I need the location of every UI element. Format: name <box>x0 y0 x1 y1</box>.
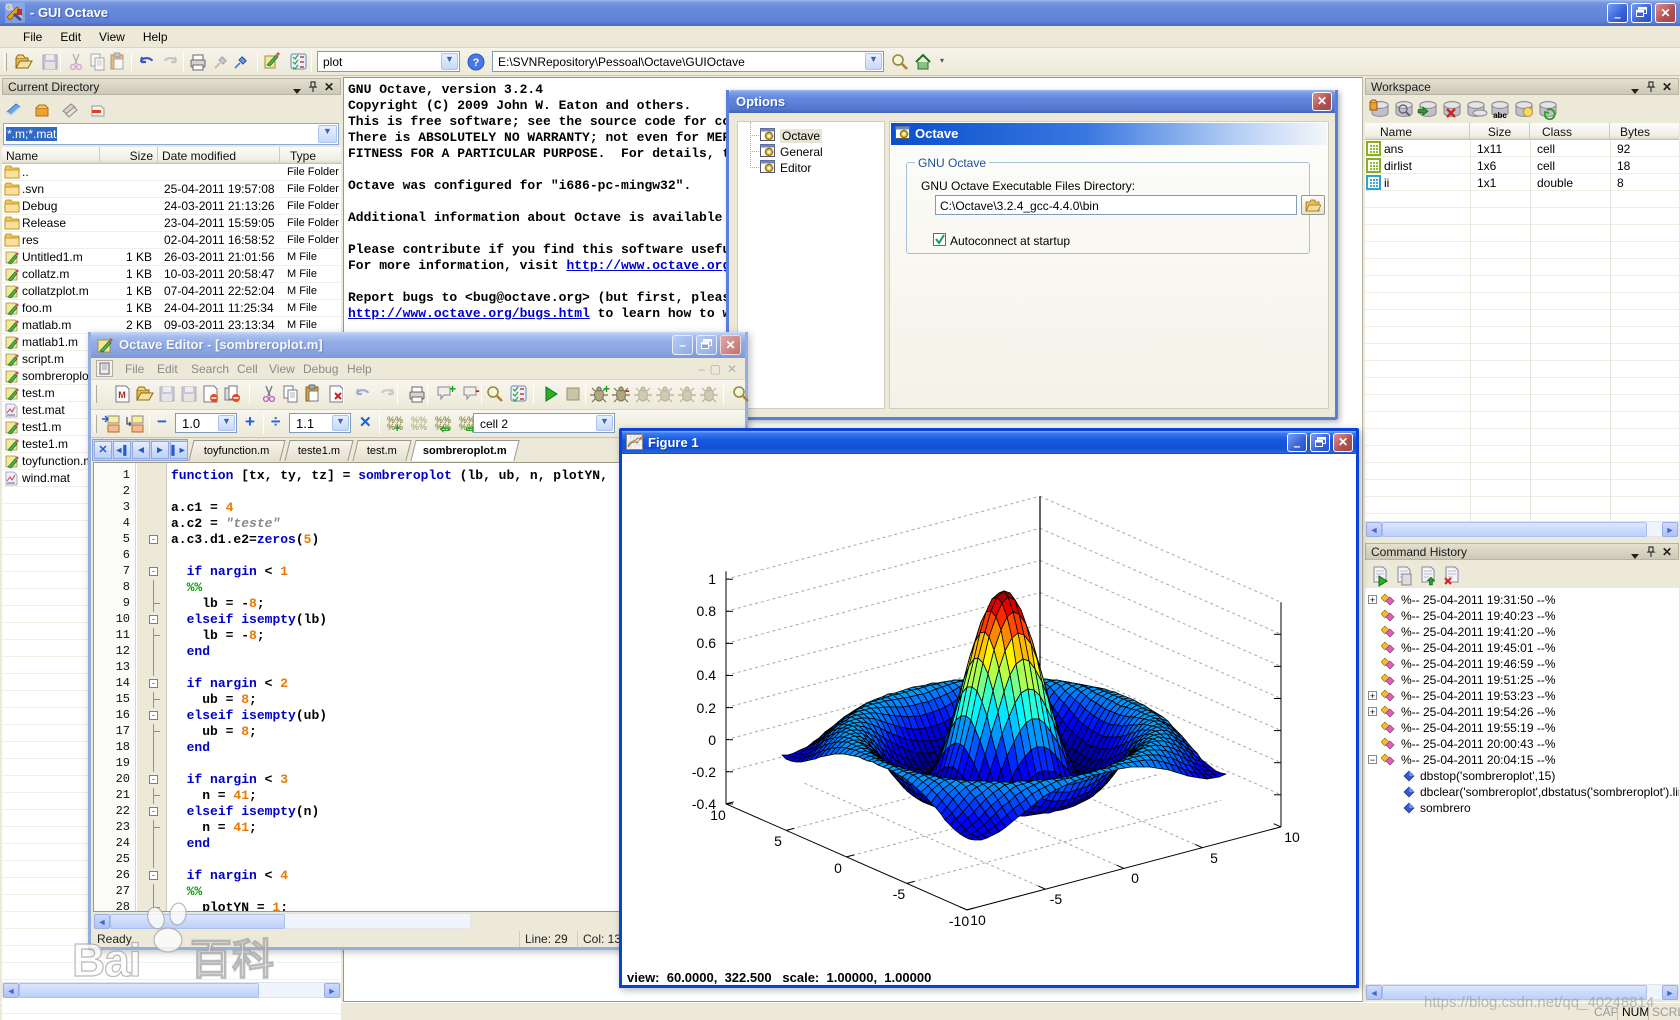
svg-text:10: 10 <box>710 807 726 823</box>
svg-text:0: 0 <box>1131 870 1139 886</box>
svg-text:0: 0 <box>708 732 716 748</box>
svg-text:-5: -5 <box>893 886 906 902</box>
svg-text:-5: -5 <box>1050 891 1063 907</box>
svg-text:5: 5 <box>1210 850 1218 866</box>
svg-text:0: 0 <box>834 860 842 876</box>
svg-text:0.8: 0.8 <box>697 603 717 619</box>
svg-text:5: 5 <box>774 833 782 849</box>
svg-text:-0.2: -0.2 <box>692 764 716 780</box>
svg-text:abc: abc <box>1493 111 1507 120</box>
svg-text:0.4: 0.4 <box>697 667 717 683</box>
svg-text:1: 1 <box>708 571 716 587</box>
svg-text:0.6: 0.6 <box>697 635 717 651</box>
svg-text:0.2: 0.2 <box>697 700 717 716</box>
svg-text:-10: -10 <box>949 913 969 929</box>
svg-text:10: 10 <box>970 912 986 928</box>
svg-text:10: 10 <box>1284 829 1300 845</box>
